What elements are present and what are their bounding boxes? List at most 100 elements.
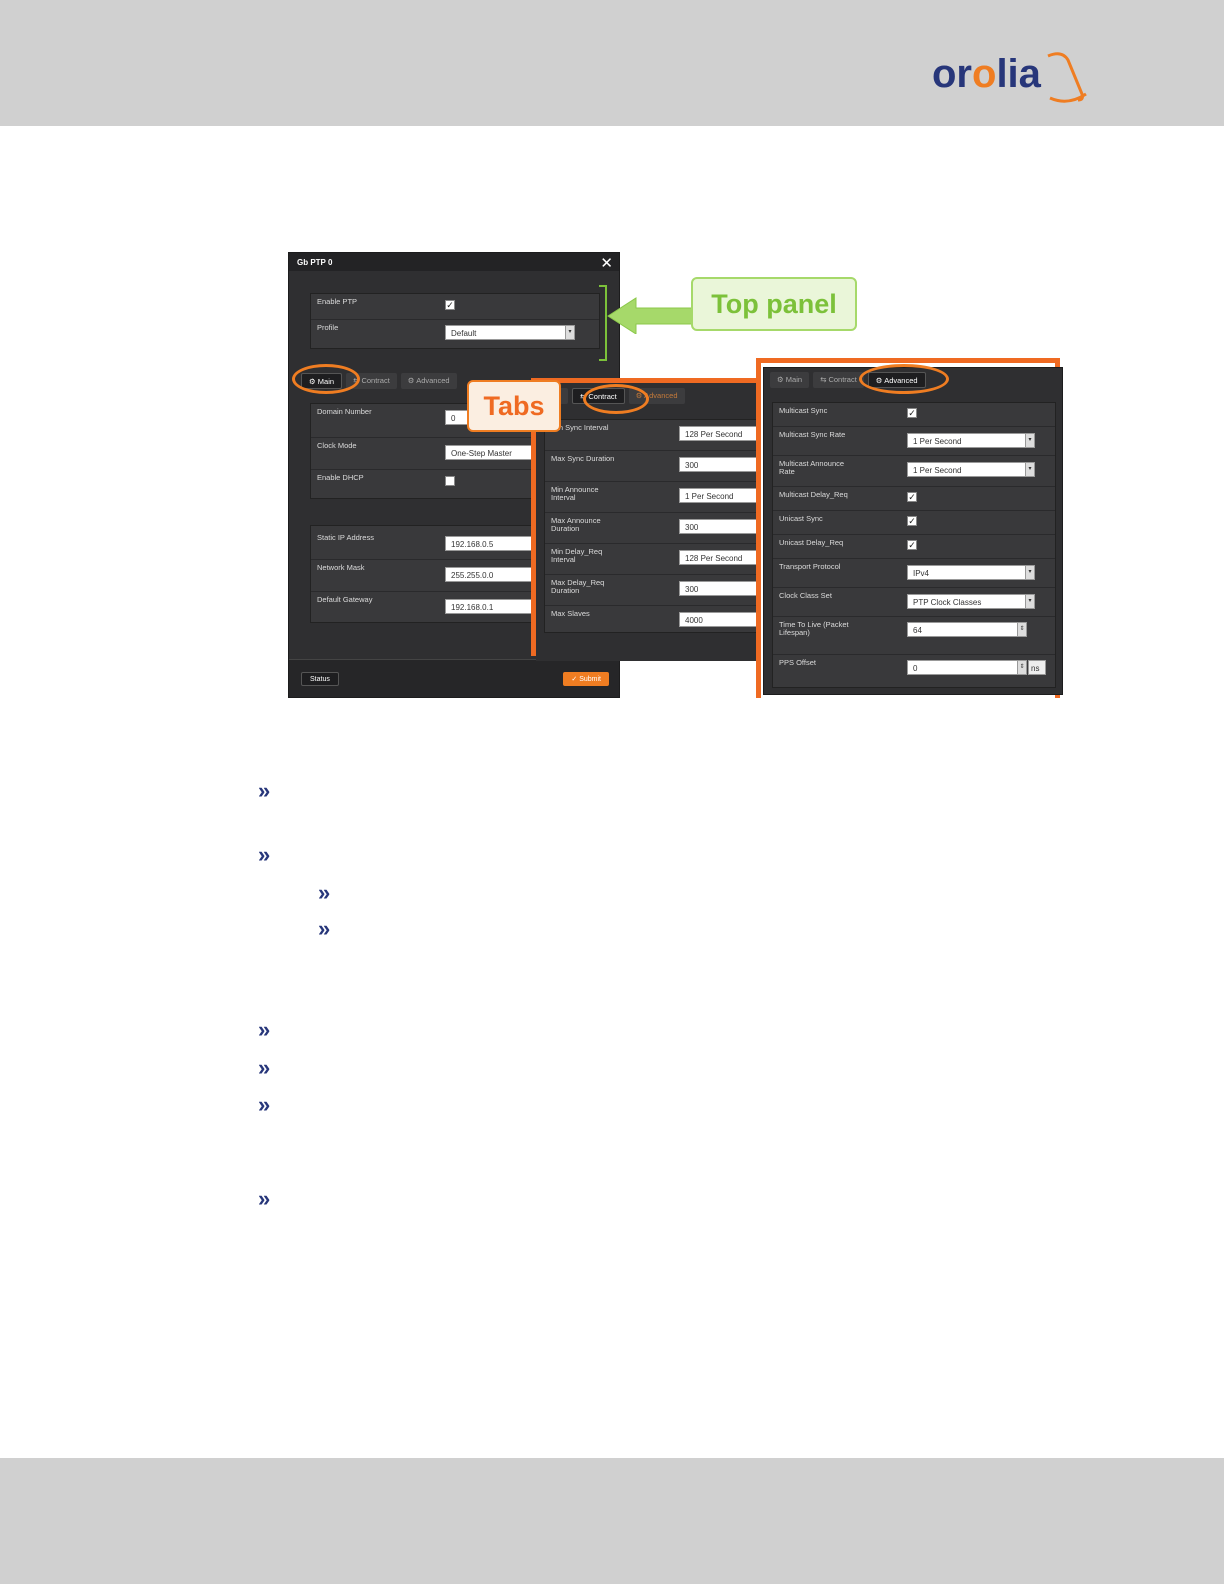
contract-label: Max Delay_Req Duration [551,578,605,595]
advanced-label: Multicast Sync [779,406,828,415]
advanced-row: Multicast Sync Rate 1 Per Second ▾ [773,427,1055,456]
status-button[interactable]: Status [301,672,339,686]
contract-field[interactable]: 128 Per Second [679,550,761,565]
contract-field[interactable]: 300 [679,457,761,472]
advanced-label: Unicast Sync [779,514,823,523]
bullet-icon: » [258,1092,270,1117]
main-tab-highlight [292,364,360,394]
advanced-tab-highlight [859,364,949,394]
advanced-label: Clock Class Set [779,591,832,600]
bullet-icon: » [258,1055,270,1080]
advanced-row: Multicast Sync ✓ [773,403,1055,427]
multicast-announce-rate-select[interactable]: 1 Per Second ▾ [907,462,1035,477]
close-icon[interactable]: ✕ [600,254,613,272]
contract-tab-highlight [583,384,649,414]
advanced-label: Multicast Sync Rate [779,430,846,439]
bullet-icon: » [318,880,330,905]
row-profile: Profile Default ▾ [311,320,599,350]
ip-label: Static IP Address [317,533,374,542]
dialog-footer: Status ✓ Submit [289,659,619,697]
pps-offset-stepper[interactable]: 0 ⇕ [907,660,1027,675]
profile-label: Profile [317,323,339,332]
gateway-label: Default Gateway [317,595,373,604]
multicast-sync-rate-select[interactable]: 1 Per Second ▾ [907,433,1035,448]
chevron-down-icon: ▾ [1025,434,1034,447]
contract-label: Min Announce Interval [551,485,599,502]
advanced-row: PPS Offset 0 ⇕ ns [773,655,1055,689]
orolia-logo: orolia [932,50,1087,110]
multicast-sync-checkbox[interactable]: ✓ [907,408,917,418]
contract-label: Max Sync Duration [551,454,615,463]
tab-contract[interactable]: ⇆ Contract [813,372,864,388]
contract-field[interactable]: 1 Per Second [679,488,761,503]
logo-swoosh-icon [1047,52,1087,103]
contract-row: Min Delay_Req Interval 128 Per Second [545,544,761,575]
stepper-icon: ⇕ [1017,623,1026,636]
contract-label: Max Slaves [551,609,590,618]
dhcp-checkbox[interactable] [445,476,455,486]
chevron-down-icon: ▾ [1025,566,1034,579]
advanced-label: Transport Protocol [779,562,841,571]
advanced-label: Multicast Announce Rate [779,459,845,476]
transport-protocol-select[interactable]: IPv4 ▾ [907,565,1035,580]
document-page: orolia Gb PTP 0 ✕ Enable PTP ✓ Profile De… [0,0,1224,1584]
bullet-icon: » [258,842,270,867]
bullet-icon: » [258,1186,270,1211]
contract-row: Min Sync Interval 128 Per Second [545,420,761,451]
multicast-delay-req-checkbox[interactable]: ✓ [907,492,917,502]
stepper-icon: ⇕ [1017,661,1026,674]
advanced-row: Unicast Delay_Req ✓ [773,535,1055,559]
contract-label: Max Announce Duration [551,516,601,533]
domain-label: Domain Number [317,407,372,416]
chevron-down-icon: ▾ [565,326,574,339]
contract-field[interactable]: 128 Per Second [679,426,761,441]
contract-row: Max Slaves 4000 [545,606,761,634]
advanced-row: Multicast Delay_Req ✓ [773,487,1055,511]
contract-panel: Min Sync Interval 128 Per Second Max Sync… [544,419,761,633]
tabs-callout: Tabs [467,380,561,432]
advanced-dialog: ⚙ Main ⇆ Contract ⚙ Advanced Multicast S… [763,367,1063,695]
clock-class-set-select[interactable]: PTP Clock Classes ▾ [907,594,1035,609]
advanced-label: Time To Live (Packet Lifespan) [779,620,849,637]
dialog-title: Gb PTP 0 ✕ [289,253,619,272]
contract-dialog: ain ⇆ Contract ⚙ Advanced Min Sync Inter… [536,383,761,661]
tab-advanced[interactable]: ⚙ Advanced [400,373,457,389]
row-enable-ptp: Enable PTP ✓ [311,294,599,320]
footer-band [0,1458,1224,1584]
advanced-row: Clock Class Set PTP Clock Classes ▾ [773,588,1055,617]
mask-label: Network Mask [317,563,365,572]
contract-field[interactable]: 300 [679,581,761,596]
contract-row: Max Announce Duration 300 [545,513,761,544]
pps-offset-unit: ns [1028,660,1046,675]
advanced-row: Unicast Sync ✓ [773,511,1055,535]
unicast-sync-checkbox[interactable]: ✓ [907,516,917,526]
callout-arrow-icon [607,297,695,334]
logo-text: orolia [932,52,1041,96]
enable-ptp-checkbox[interactable]: ✓ [445,300,455,310]
tab-main[interactable]: ⚙ Main [770,372,810,388]
contract-field[interactable]: 4000 [679,612,761,627]
advanced-row: Multicast Announce Rate 1 Per Second ▾ [773,456,1055,487]
contract-label: Min Sync Interval [551,423,609,432]
advanced-panel: Multicast Sync ✓ Multicast Sync Rate 1 Per… [772,402,1056,688]
contract-field[interactable]: 300 [679,519,761,534]
contract-row: Max Sync Duration 300 [545,451,761,482]
ttl-stepper[interactable]: 64 ⇕ [907,622,1027,637]
advanced-row: Transport Protocol IPv4 ▾ [773,559,1055,588]
unicast-delay-req-checkbox[interactable]: ✓ [907,540,917,550]
bullet-icon: » [318,916,330,941]
bullet-icon: » [258,778,270,803]
submit-button[interactable]: ✓ Submit [563,672,609,686]
chevron-down-icon: ▾ [1025,463,1034,476]
clock-mode-label: Clock Mode [317,441,357,450]
enable-ptp-label: Enable PTP [317,297,358,306]
header-band: orolia [0,0,1224,126]
advanced-label: Multicast Delay_Req [779,490,848,499]
advanced-label: PPS Offset [779,658,816,667]
profile-select[interactable]: Default ▾ [445,325,575,340]
contract-row: Max Delay_Req Duration 300 [545,575,761,606]
contract-label: Min Delay_Req Interval [551,547,603,564]
dhcp-label: Enable DHCP [317,473,364,482]
advanced-row: Time To Live (Packet Lifespan) 64 ⇕ [773,617,1055,655]
top-panel-callout: Top panel [691,277,857,331]
